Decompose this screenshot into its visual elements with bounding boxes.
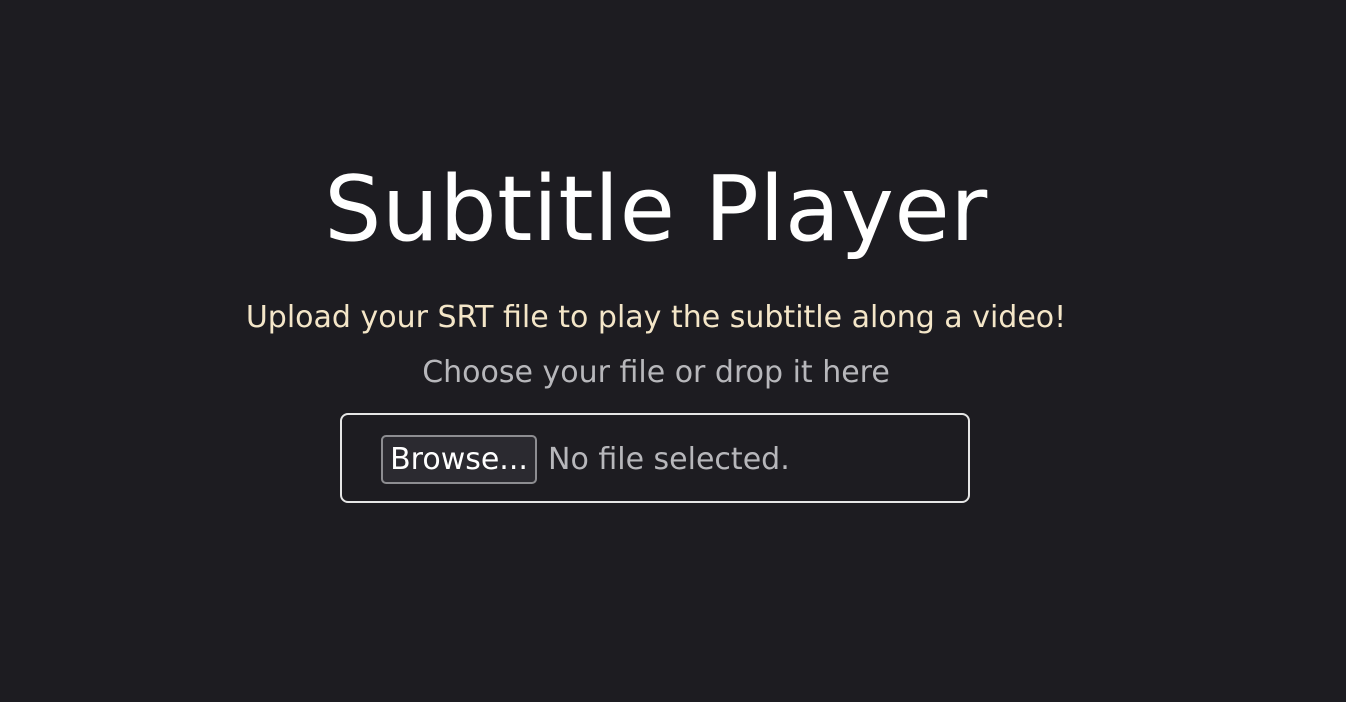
page: Subtitle Player Upload your SRT file to … bbox=[0, 0, 1346, 702]
upload-instruction: Upload your SRT file to play the subtitl… bbox=[245, 300, 1067, 335]
page-title: Subtitle Player bbox=[324, 157, 988, 262]
file-selected-status: No file selected. bbox=[548, 442, 790, 477]
browse-button[interactable]: Browse... bbox=[381, 435, 537, 484]
drop-hint: Choose your file or drop it here bbox=[422, 355, 890, 390]
